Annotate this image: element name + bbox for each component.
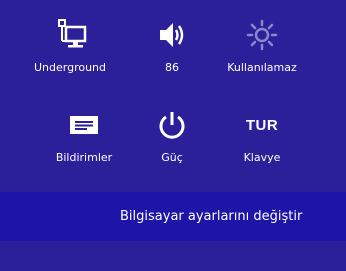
bottom-spacer — [0, 241, 346, 271]
network-icon — [53, 18, 87, 52]
tile-network[interactable]: Underground — [20, 18, 120, 74]
brightness-icon — [245, 18, 279, 52]
keyboard-language-indicator: TUR — [245, 108, 279, 142]
tile-brightness[interactable]: Kullanılamaz — [212, 18, 312, 74]
tile-notifications-label: Bildirimler — [55, 151, 113, 164]
tile-notifications[interactable]: Bildirimler — [34, 108, 134, 164]
change-pc-settings-button[interactable]: Bilgisayar ayarlarını değiştir — [0, 192, 346, 241]
tile-brightness-label: Kullanılamaz — [227, 61, 297, 74]
tile-keyboard-label: Klavye — [243, 151, 281, 164]
tile-network-label: Underground — [33, 61, 107, 74]
keyboard-language-code: TUR — [245, 116, 279, 134]
change-pc-settings-label: Bilgisayar ayarlarını değiştir — [120, 209, 303, 224]
tile-power-label: Güç — [161, 151, 183, 164]
tile-keyboard[interactable]: TUR Klavye — [212, 108, 312, 165]
volume-icon — [155, 18, 189, 52]
tile-volume-label: 86 — [165, 61, 179, 74]
tile-volume[interactable]: 86 — [122, 18, 222, 74]
notifications-icon — [67, 108, 101, 142]
power-icon — [155, 108, 189, 142]
tile-power[interactable]: Güç — [122, 108, 222, 164]
